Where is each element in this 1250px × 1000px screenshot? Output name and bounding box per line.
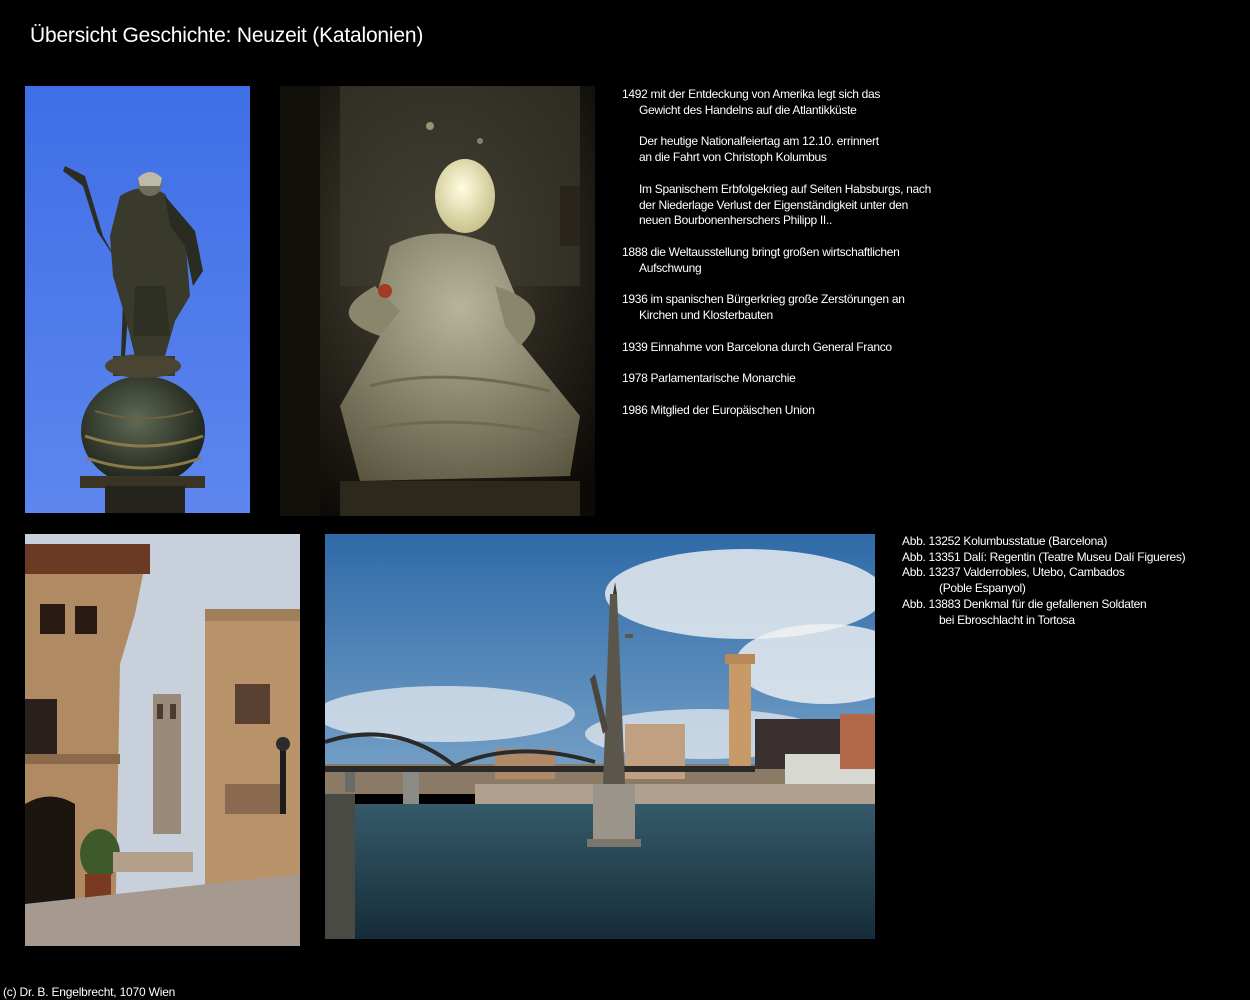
history-line: 1936 im spanischen Bürgerkrieg große Zer… bbox=[622, 292, 905, 307]
caption-continuation: (Poble Espanyol) bbox=[939, 581, 1026, 596]
caption-13252: Abb. 13252 Kolumbusstatue (Barcelona) bbox=[902, 534, 1247, 550]
caption-line: Abb. 13252 Kolumbusstatue (Barcelona) bbox=[902, 534, 1108, 548]
history-entry-erbfolgekrieg: Im Spanischem Erbfolgekrieg auf Seiten H… bbox=[622, 182, 982, 229]
history-entry-1978: 1978 Parlamentarische Monarchie bbox=[622, 371, 982, 387]
history-entry-1986: 1986 Mitglied der Europäischen Union bbox=[622, 403, 982, 419]
history-line: der Niederlage Verlust der Eigenständigk… bbox=[639, 197, 908, 212]
caption-13237: Abb. 13237 Valderrobles, Utebo, Cambados… bbox=[902, 565, 1247, 596]
history-line: 1888 die Weltausstellung bringt großen w… bbox=[622, 244, 900, 259]
photo-poble-espanyol bbox=[25, 534, 300, 946]
figure-captions: Abb. 13252 Kolumbusstatue (Barcelona) Ab… bbox=[902, 534, 1247, 628]
history-entry-1939: 1939 Einnahme von Barcelona durch Genera… bbox=[622, 340, 982, 356]
caption-line: Abb. 13883 Denkmal für die gefallenen So… bbox=[902, 596, 1147, 611]
history-line: Im Spanischem Erbfolgekrieg auf Seiten H… bbox=[639, 181, 931, 196]
history-line: neuen Bourbonenherschers Philipp II.. bbox=[639, 213, 833, 228]
history-line: Der heutige Nationalfeiertag am 12.10. e… bbox=[639, 134, 879, 149]
history-entry-1492: 1492 mit der Entdeckung von Amerika legt… bbox=[622, 87, 982, 118]
caption-continuation: bei Ebroschlacht in Tortosa bbox=[939, 612, 1075, 627]
history-line: 1978 Parlamentarische Monarchie bbox=[622, 371, 796, 386]
photo-dali-regentin bbox=[280, 86, 595, 516]
caption-line: Abb. 13351 Dalí: Regentin (Teatre Museu … bbox=[902, 549, 1186, 564]
page-title: Übersicht Geschichte: Neuzeit (Katalonie… bbox=[30, 24, 424, 47]
history-entry-nationalfeiertag: Der heutige Nationalfeiertag am 12.10. e… bbox=[622, 134, 982, 165]
history-text: 1492 mit der Entdeckung von Amerika legt… bbox=[622, 87, 982, 435]
photo-columbus-statue bbox=[25, 86, 250, 513]
history-line: 1986 Mitglied der Europäischen Union bbox=[622, 403, 815, 418]
history-line: 1492 mit der Entdeckung von Amerika legt… bbox=[622, 87, 881, 101]
caption-13883: Abb. 13883 Denkmal für die gefallenen So… bbox=[902, 597, 1247, 628]
history-line: Gewicht des Handelns auf die Atlantikküs… bbox=[639, 102, 857, 117]
history-line: Aufschwung bbox=[639, 260, 702, 275]
photo-tortosa-denkmal bbox=[325, 534, 875, 939]
history-entry-1888: 1888 die Weltausstellung bringt großen w… bbox=[622, 245, 982, 276]
caption-line: Abb. 13237 Valderrobles, Utebo, Cambados bbox=[902, 565, 1125, 580]
history-entry-1936: 1936 im spanischen Bürgerkrieg große Zer… bbox=[622, 292, 982, 323]
caption-13351: Abb. 13351 Dalí: Regentin (Teatre Museu … bbox=[902, 550, 1247, 566]
history-line: 1939 Einnahme von Barcelona durch Genera… bbox=[622, 339, 892, 354]
history-line: an die Fahrt von Christoph Kolumbus bbox=[639, 150, 827, 165]
copyright-footer: (c) Dr. B. Engelbrecht, 1070 Wien bbox=[3, 985, 176, 999]
history-line: Kirchen und Klosterbauten bbox=[639, 308, 773, 323]
